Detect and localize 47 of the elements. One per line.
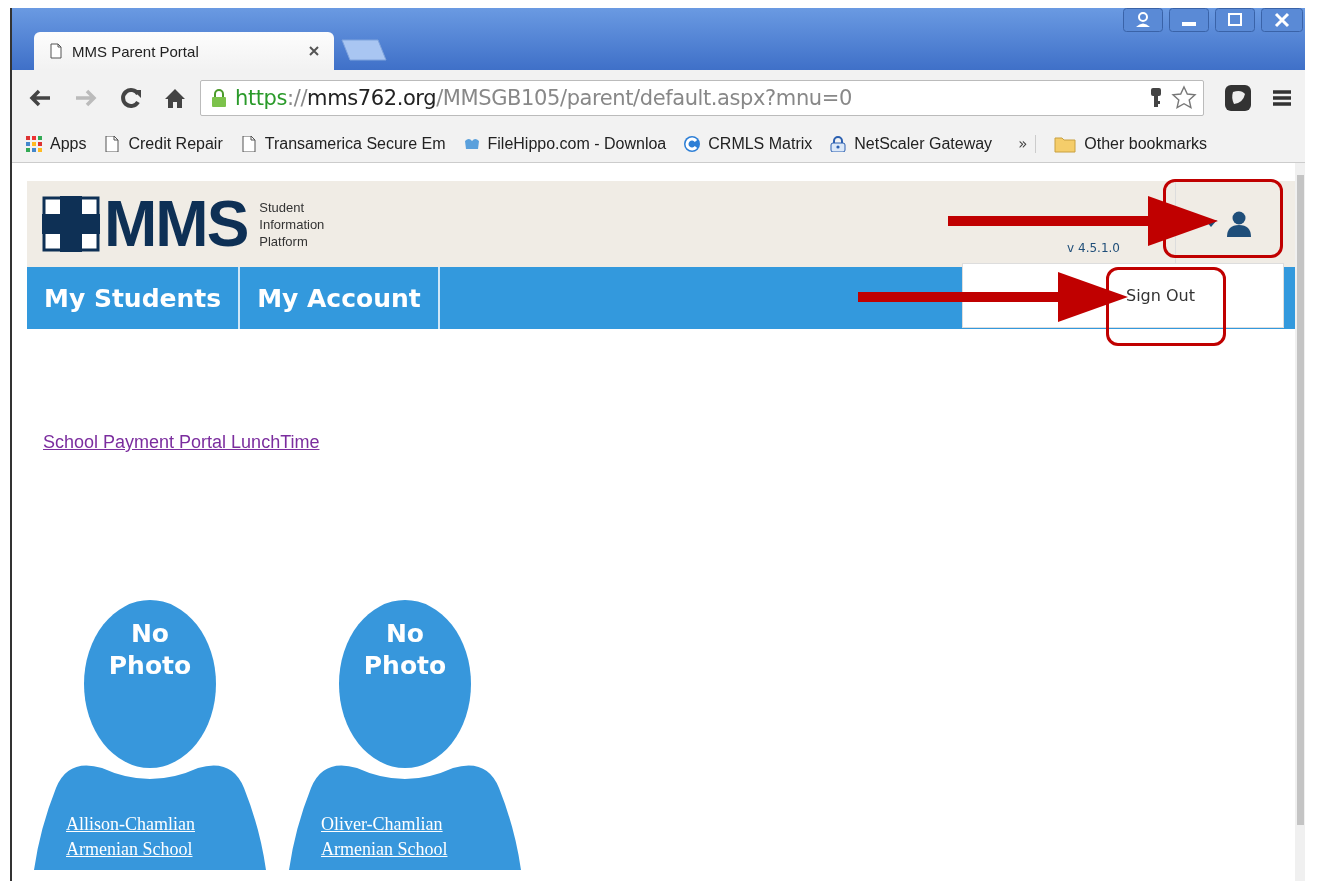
minimize-icon[interactable] <box>1169 8 1209 32</box>
star-icon[interactable] <box>1171 85 1197 111</box>
close-icon[interactable] <box>308 45 320 57</box>
browser-tab[interactable]: MMS Parent Portal <box>34 32 334 70</box>
back-icon[interactable] <box>28 88 52 108</box>
home-icon[interactable] <box>164 87 186 109</box>
page-icon <box>50 43 62 59</box>
circle-c-icon <box>684 136 701 152</box>
lock-icon <box>211 88 227 108</box>
folder-icon <box>1054 135 1077 153</box>
bookmark[interactable]: Credit Repair <box>104 135 223 153</box>
logo-tagline: Platform <box>259 232 309 250</box>
menu-item[interactable]: Sign Out <box>1126 286 1195 305</box>
logo-wordmark: MMS <box>104 192 248 256</box>
bookmark-label: Credit Repair <box>128 135 223 153</box>
bookmark-folder[interactable]: Other bookmarks <box>1054 135 1208 153</box>
new-tab-icon[interactable] <box>340 38 388 62</box>
portal-link[interactable]: School Payment Portal LunchTime <box>43 432 320 453</box>
user-icon <box>1227 211 1251 237</box>
tab-title: MMS Parent Portal <box>72 42 200 60</box>
apps-grid-icon <box>26 136 42 152</box>
logo-tagline: Information <box>259 215 325 233</box>
reload-icon[interactable] <box>120 87 142 109</box>
url-text: https://mms762.org/MMSGB105/parent/default.aspx?mnu=0 <box>235 86 852 110</box>
scrollbar[interactable] <box>1295 163 1305 881</box>
address-field[interactable]: https://mms762.org/MMSGB105/parent/default.aspx?mnu=0 <box>200 80 1204 116</box>
menu-icon[interactable] <box>1272 88 1292 108</box>
maximize-icon[interactable] <box>1215 8 1255 32</box>
scrollbar-thumb[interactable] <box>1297 175 1304 825</box>
user-icon[interactable] <box>1123 8 1163 32</box>
logo-mark-icon <box>42 196 100 252</box>
lock-icon <box>830 136 847 152</box>
page-icon <box>240 136 257 152</box>
close-icon[interactable] <box>1261 8 1303 32</box>
bookmark-label: Apps <box>50 135 87 153</box>
bookmark-label: Other bookmarks <box>1084 135 1208 153</box>
no-photo-label: No Photo <box>107 618 193 682</box>
bookmark[interactable]: CRMLS Matrix <box>684 135 813 153</box>
key-icon[interactable] <box>1149 87 1163 109</box>
logo-tagline: Student <box>259 198 306 216</box>
page-icon <box>104 136 121 152</box>
bookmark-label: CRMLS Matrix <box>708 135 813 153</box>
bookmark[interactable]: Apps <box>26 135 87 153</box>
no-photo-label: No Photo <box>362 618 448 682</box>
extension-icon[interactable] <box>1224 84 1252 112</box>
more-bookmarks-button[interactable]: » <box>1010 135 1037 153</box>
version-label: v 4.5.1.0 <box>1067 241 1120 255</box>
